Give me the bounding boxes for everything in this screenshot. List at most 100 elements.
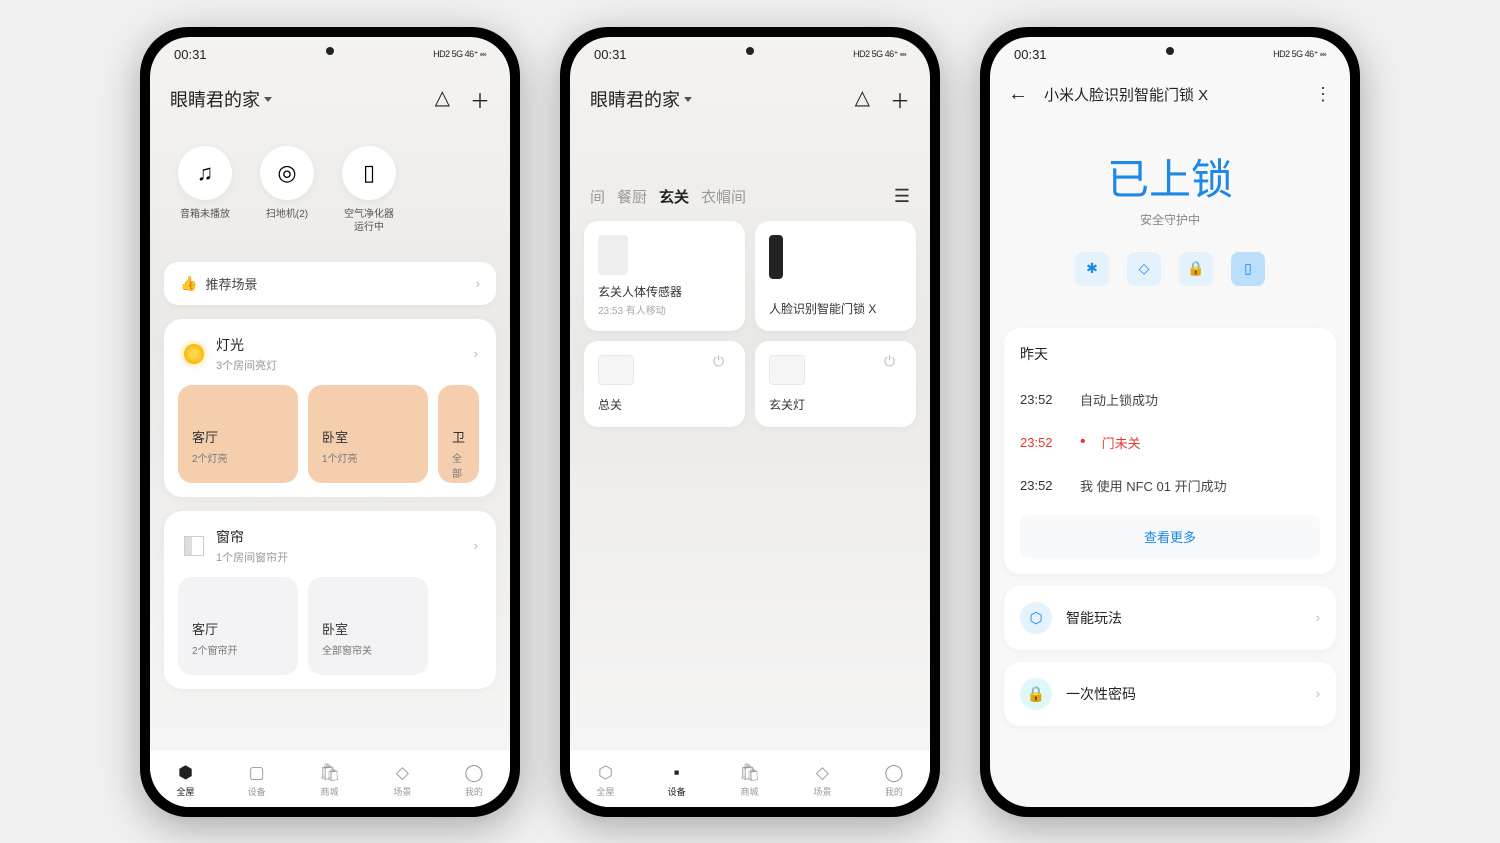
- back-icon[interactable]: ←: [1008, 83, 1028, 106]
- app-header: 眼睛君的家 △ ＋: [150, 73, 510, 126]
- log-time: 23:52: [1020, 478, 1064, 493]
- log-text: 门未关: [1102, 433, 1141, 452]
- room-tile-living-curtain[interactable]: 客厅 2个窗帘开: [178, 577, 298, 675]
- tile-sub: 2个灯亮: [192, 450, 284, 465]
- curtains-group-header[interactable]: 窗帘 1个房间窗帘开 ›: [178, 525, 482, 577]
- chevron-right-icon: ›: [1316, 610, 1320, 625]
- device-status: 23:53 有人移动: [598, 302, 731, 317]
- curtains-group-card: 窗帘 1个房间窗帘开 › 客厅 2个窗帘开 卧室 全部窗帘关: [164, 511, 496, 689]
- more-icon[interactable]: ⋮: [1314, 84, 1332, 105]
- power-icon[interactable]: ⏻: [713, 353, 733, 373]
- scenes-icon: ◇: [396, 763, 409, 783]
- profile-icon: ◯: [884, 763, 903, 783]
- status-time: 00:31: [594, 47, 627, 62]
- room-tab-active[interactable]: 玄关: [659, 186, 689, 207]
- device-name: 总关: [598, 396, 731, 413]
- tile-sub: 全部窗帘关: [322, 642, 414, 657]
- status-indicators: HD2 5G 46⁺ ⬫⬫⬫: [1273, 49, 1326, 60]
- tile-title: 卧室: [322, 427, 414, 446]
- room-tab[interactable]: 餐厨: [617, 186, 647, 207]
- status-indicators: HD2 5G 46⁺ ⬫⬫⬫: [853, 49, 906, 60]
- lock-icon: [769, 235, 783, 279]
- face-icon[interactable]: ◇: [1127, 252, 1161, 286]
- nav-store[interactable]: 🛍商城: [739, 763, 761, 798]
- device-card-entry-light[interactable]: ⏻ 玄关灯: [755, 341, 916, 427]
- setting-smart-play[interactable]: ⬡ 智能玩法 ›: [1004, 586, 1336, 650]
- switch-icon: [769, 355, 805, 385]
- device-card-master-switch[interactable]: ⏻ 总关: [584, 341, 745, 427]
- status-bar: 00:31 HD2 5G 46⁺ ⬫⬫⬫: [990, 37, 1350, 73]
- page-title: 小米人脸识别智能门锁 X: [1044, 84, 1298, 105]
- tile-sub: 全部: [452, 450, 465, 480]
- nav-scenes[interactable]: ◇场景: [813, 763, 831, 798]
- log-text: 我 使用 NFC 01 开门成功: [1080, 476, 1227, 495]
- add-icon[interactable]: ＋: [890, 85, 910, 114]
- purifier-icon: ▯: [342, 146, 396, 200]
- home-dropdown[interactable]: 眼睛君的家: [170, 86, 272, 112]
- bottom-nav: ⬢全屋 ▢设备 🛍商城 ◇场景 ◯我的: [150, 749, 510, 807]
- device-name: 人脸识别智能门锁 X: [769, 300, 902, 317]
- status-bar: 00:31 HD2 5G 46⁺ ⬫⬫⬫: [150, 37, 510, 73]
- tile-title: 客厅: [192, 427, 284, 446]
- recommended-scenes-card[interactable]: 👍 推荐场景 ›: [164, 262, 496, 305]
- quick-item-speaker[interactable]: ♫ 音箱未播放: [170, 146, 240, 234]
- app-header: 眼睛君的家 △ ＋: [570, 73, 930, 126]
- power-icon[interactable]: ⏻: [884, 353, 904, 373]
- quick-item-purifier[interactable]: ▯ 空气净化器 运行中: [334, 146, 404, 234]
- chevron-right-icon: ›: [474, 346, 478, 361]
- device-card-lock[interactable]: 人脸识别智能门锁 X: [755, 221, 916, 331]
- nav-home[interactable]: ⬢全屋: [177, 763, 195, 798]
- log-text: 自动上锁成功: [1080, 390, 1158, 409]
- notifications-icon[interactable]: △: [435, 85, 450, 114]
- log-entry[interactable]: 23:52 我 使用 NFC 01 开门成功: [1020, 464, 1320, 507]
- device-name: 玄关灯: [769, 396, 902, 413]
- room-tabs: 间 餐厨 玄关 衣帽间 ☰: [584, 126, 916, 221]
- device-grid: 玄关人体传感器 23:53 有人移动 人脸识别智能门锁 X ⏻ 总关 ⏻ 玄关灯: [584, 221, 916, 427]
- nav-scenes[interactable]: ◇场景: [393, 763, 411, 798]
- tile-title: 卫: [452, 427, 465, 446]
- bluetooth-icon[interactable]: ✱: [1075, 252, 1109, 286]
- home-icon: ⬡: [598, 763, 613, 783]
- lock-status-text: 已上锁: [990, 146, 1350, 207]
- battery-icon[interactable]: ▯: [1231, 252, 1265, 286]
- room-tile-bedroom[interactable]: 卧室 1个灯亮: [308, 385, 428, 483]
- menu-icon[interactable]: ☰: [894, 186, 910, 207]
- switch-icon: [598, 355, 634, 385]
- room-tile-bedroom-curtain[interactable]: 卧室 全部窗帘关: [308, 577, 428, 675]
- scene-label: 推荐场景: [205, 274, 467, 293]
- tile-sub: 2个窗帘开: [192, 642, 284, 657]
- detail-header: ← 小米人脸识别智能门锁 X ⋮: [990, 73, 1350, 116]
- room-tile-living[interactable]: 客厅 2个灯亮: [178, 385, 298, 483]
- lock-icon: 🔒: [1020, 678, 1052, 710]
- device-card-sensor[interactable]: 玄关人体传感器 23:53 有人移动: [584, 221, 745, 331]
- nav-devices[interactable]: ▪设备: [668, 763, 686, 798]
- phone-frame-1: 00:31 HD2 5G 46⁺ ⬫⬫⬫ 眼睛君的家 △ ＋ ♫ 音箱未播放 ◎…: [140, 27, 520, 817]
- bottom-nav: ⬡全屋 ▪设备 🛍商城 ◇场景 ◯我的: [570, 749, 930, 807]
- nav-devices[interactable]: ▢设备: [248, 763, 266, 798]
- lights-group-header[interactable]: 灯光 3个房间亮灯 ›: [178, 333, 482, 385]
- status-bar: 00:31 HD2 5G 46⁺ ⬫⬫⬫: [570, 37, 930, 73]
- nav-profile[interactable]: ◯我的: [464, 763, 483, 798]
- add-icon[interactable]: ＋: [470, 85, 490, 114]
- quick-item-vacuum[interactable]: ◎ 扫地机(2): [252, 146, 322, 234]
- nav-profile[interactable]: ◯我的: [884, 763, 903, 798]
- log-time: 23:52: [1020, 435, 1064, 450]
- thumbs-up-icon: 👍: [180, 275, 197, 292]
- padlock-icon[interactable]: 🔒: [1179, 252, 1213, 286]
- nav-home[interactable]: ⬡全屋: [597, 763, 615, 798]
- home-dropdown[interactable]: 眼睛君的家: [590, 86, 692, 112]
- tile-title: 客厅: [192, 619, 284, 638]
- notifications-icon[interactable]: △: [855, 85, 870, 114]
- view-more-button[interactable]: 查看更多: [1020, 515, 1320, 558]
- scenes-icon: ◇: [816, 763, 829, 783]
- quick-label: 音箱未播放: [180, 208, 230, 221]
- nav-store[interactable]: 🛍商城: [319, 763, 341, 798]
- log-entry[interactable]: 23:52 自动上锁成功: [1020, 378, 1320, 421]
- room-tab[interactable]: 间: [590, 186, 605, 207]
- room-tab[interactable]: 衣帽间: [701, 186, 746, 207]
- device-name: 玄关人体传感器: [598, 283, 731, 300]
- room-tile-bath[interactable]: 卫 全部: [438, 385, 479, 483]
- setting-otp[interactable]: 🔒 一次性密码 ›: [1004, 662, 1336, 726]
- lock-status-hero: 已上锁 安全守护中 ✱ ◇ 🔒 ▯: [990, 116, 1350, 310]
- log-entry-alert[interactable]: 23:52 • 门未关: [1020, 421, 1320, 464]
